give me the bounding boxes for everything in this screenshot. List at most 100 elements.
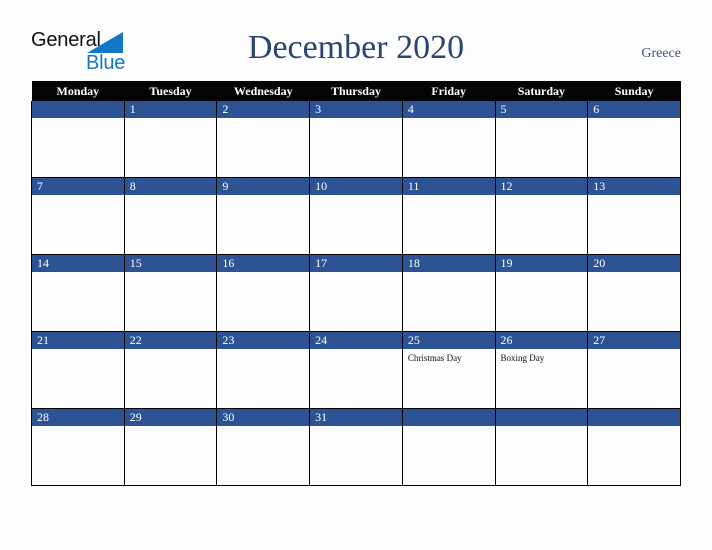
- day-cell-inner: 5: [496, 101, 587, 177]
- day-number: 27: [593, 333, 606, 347]
- day-number: 8: [129, 179, 136, 193]
- calendar-day-cell[interactable]: 17: [309, 254, 403, 332]
- calendar-day-cell[interactable]: 7: [31, 177, 125, 255]
- calendar-day-cell[interactable]: 12: [494, 177, 589, 255]
- day-cell-inner: 20: [588, 255, 680, 331]
- calendar-day-cell[interactable]: 16: [216, 254, 311, 332]
- calendar-day-cell[interactable]: [494, 408, 589, 486]
- day-cell-inner: 12: [496, 178, 587, 254]
- day-number-band: 24: [310, 332, 402, 349]
- day-number: 28: [37, 410, 49, 424]
- calendar-day-cell[interactable]: 2: [216, 101, 311, 178]
- day-cell-inner: 8: [125, 178, 216, 254]
- calendar-day-cell[interactable]: 15: [123, 254, 218, 332]
- holiday-label: Christmas Day: [407, 353, 462, 363]
- day-number: 16: [222, 256, 235, 270]
- day-number: 19: [500, 256, 513, 270]
- day-number-band: 11: [403, 178, 495, 195]
- day-number-band: 7: [32, 178, 124, 195]
- day-events: [125, 349, 216, 353]
- day-events: [32, 426, 123, 430]
- weekday-header-friday: Friday: [402, 81, 496, 101]
- calendar-day-cell[interactable]: 23: [216, 331, 311, 409]
- calendar-day-cell[interactable]: 28: [31, 408, 125, 486]
- calendar-day-cell[interactable]: 9: [216, 177, 311, 255]
- day-number: 29: [129, 410, 142, 424]
- calendar-page: General Blue December 2020 Greece Monday…: [0, 0, 712, 550]
- calendar-day-cell[interactable]: [31, 101, 125, 178]
- day-events: [311, 118, 402, 122]
- day-events: [403, 195, 494, 199]
- calendar-day-cell[interactable]: 27: [587, 331, 681, 409]
- day-events: [403, 426, 494, 430]
- day-number-band: 17: [310, 255, 402, 272]
- calendar-day-cell[interactable]: 1: [123, 101, 218, 178]
- day-number: 20: [593, 256, 606, 270]
- calendar-grid: Monday Tuesday Wednesday Thursday Friday Satu…: [31, 81, 681, 486]
- day-cell-inner: 4: [403, 101, 495, 177]
- day-events: [496, 426, 587, 430]
- day-number: 23: [222, 333, 235, 347]
- calendar-day-cell[interactable]: 11: [401, 177, 496, 255]
- day-events: [496, 195, 587, 199]
- calendar-day-cell[interactable]: 31: [309, 408, 403, 486]
- day-events: [32, 118, 123, 122]
- day-cell-inner: 3: [310, 101, 402, 177]
- calendar-day-cell[interactable]: 21: [31, 331, 125, 409]
- day-events: [218, 195, 309, 199]
- day-number: 6: [593, 102, 600, 116]
- day-events: [589, 426, 680, 430]
- calendar-day-cell[interactable]: 5: [494, 101, 589, 178]
- day-cell-inner: 13: [588, 178, 680, 254]
- day-number: 18: [407, 256, 420, 270]
- day-number-band: 31: [310, 409, 402, 426]
- day-number-band: 28: [32, 409, 124, 426]
- calendar-day-cell[interactable]: 20: [587, 254, 681, 332]
- calendar-day-cell[interactable]: 25 Christmas Day: [401, 331, 496, 409]
- day-cell-inner: 30: [217, 409, 309, 485]
- day-events: [125, 118, 216, 122]
- calendar-day-cell[interactable]: 3: [309, 101, 403, 178]
- calendar-day-cell[interactable]: 18: [401, 254, 496, 332]
- day-cell-inner: 25 Christmas Day: [403, 332, 495, 408]
- day-cell-inner: 7: [32, 178, 124, 254]
- calendar-day-cell[interactable]: [587, 408, 681, 486]
- calendar-day-cell[interactable]: 30: [216, 408, 311, 486]
- day-number-band: 4: [403, 101, 495, 118]
- calendar-day-cell[interactable]: [401, 408, 496, 486]
- calendar-body: 1 2 3 4 5 6 7 8 9 10 11 12 13 14 15 16 17 18 19 20 21 22 23 24 2…: [31, 101, 681, 486]
- calendar-day-cell[interactable]: 4: [401, 101, 496, 178]
- calendar-day-cell[interactable]: 10: [309, 177, 403, 255]
- day-cell-inner: 18: [403, 255, 495, 331]
- day-events: [589, 118, 680, 122]
- day-number-band: 9: [217, 178, 309, 195]
- day-number-band: [496, 409, 587, 426]
- calendar-day-cell[interactable]: 13: [587, 177, 681, 255]
- calendar-day-cell[interactable]: 22: [123, 331, 218, 409]
- calendar-day-cell[interactable]: 24: [309, 331, 403, 409]
- calendar-header-row: Monday Tuesday Wednesday Thursday Friday Satu…: [31, 81, 681, 101]
- calendar-day-cell[interactable]: 14: [31, 254, 125, 332]
- day-number-band: 10: [310, 178, 402, 195]
- calendar-day-cell[interactable]: 6: [587, 101, 681, 178]
- day-number: 25: [407, 333, 420, 347]
- day-number: 3: [315, 102, 322, 116]
- day-events: [311, 426, 402, 430]
- day-number-band: 16: [217, 255, 309, 272]
- weekday-header-monday: Monday: [31, 81, 125, 101]
- day-number: 17: [315, 256, 328, 270]
- day-events: [125, 426, 216, 430]
- weekday-header-row: Monday Tuesday Wednesday Thursday Friday Satu…: [31, 81, 681, 101]
- calendar-week-row: 21 22 23 24 25 Christmas Day 26 Boxing Day 27: [31, 331, 681, 409]
- day-number-band: 6: [588, 101, 680, 118]
- calendar-day-cell[interactable]: 19: [494, 254, 589, 332]
- day-number-band: 20: [588, 255, 680, 272]
- calendar-day-cell[interactable]: 8: [123, 177, 218, 255]
- day-number-band: 30: [217, 409, 309, 426]
- calendar-day-cell[interactable]: 26 Boxing Day: [494, 331, 589, 409]
- calendar-day-cell[interactable]: 29: [123, 408, 218, 486]
- day-events: [125, 272, 216, 276]
- weekday-header-saturday: Saturday: [495, 81, 588, 101]
- day-cell-inner: 1: [125, 101, 216, 177]
- day-cell-inner: 10: [310, 178, 402, 254]
